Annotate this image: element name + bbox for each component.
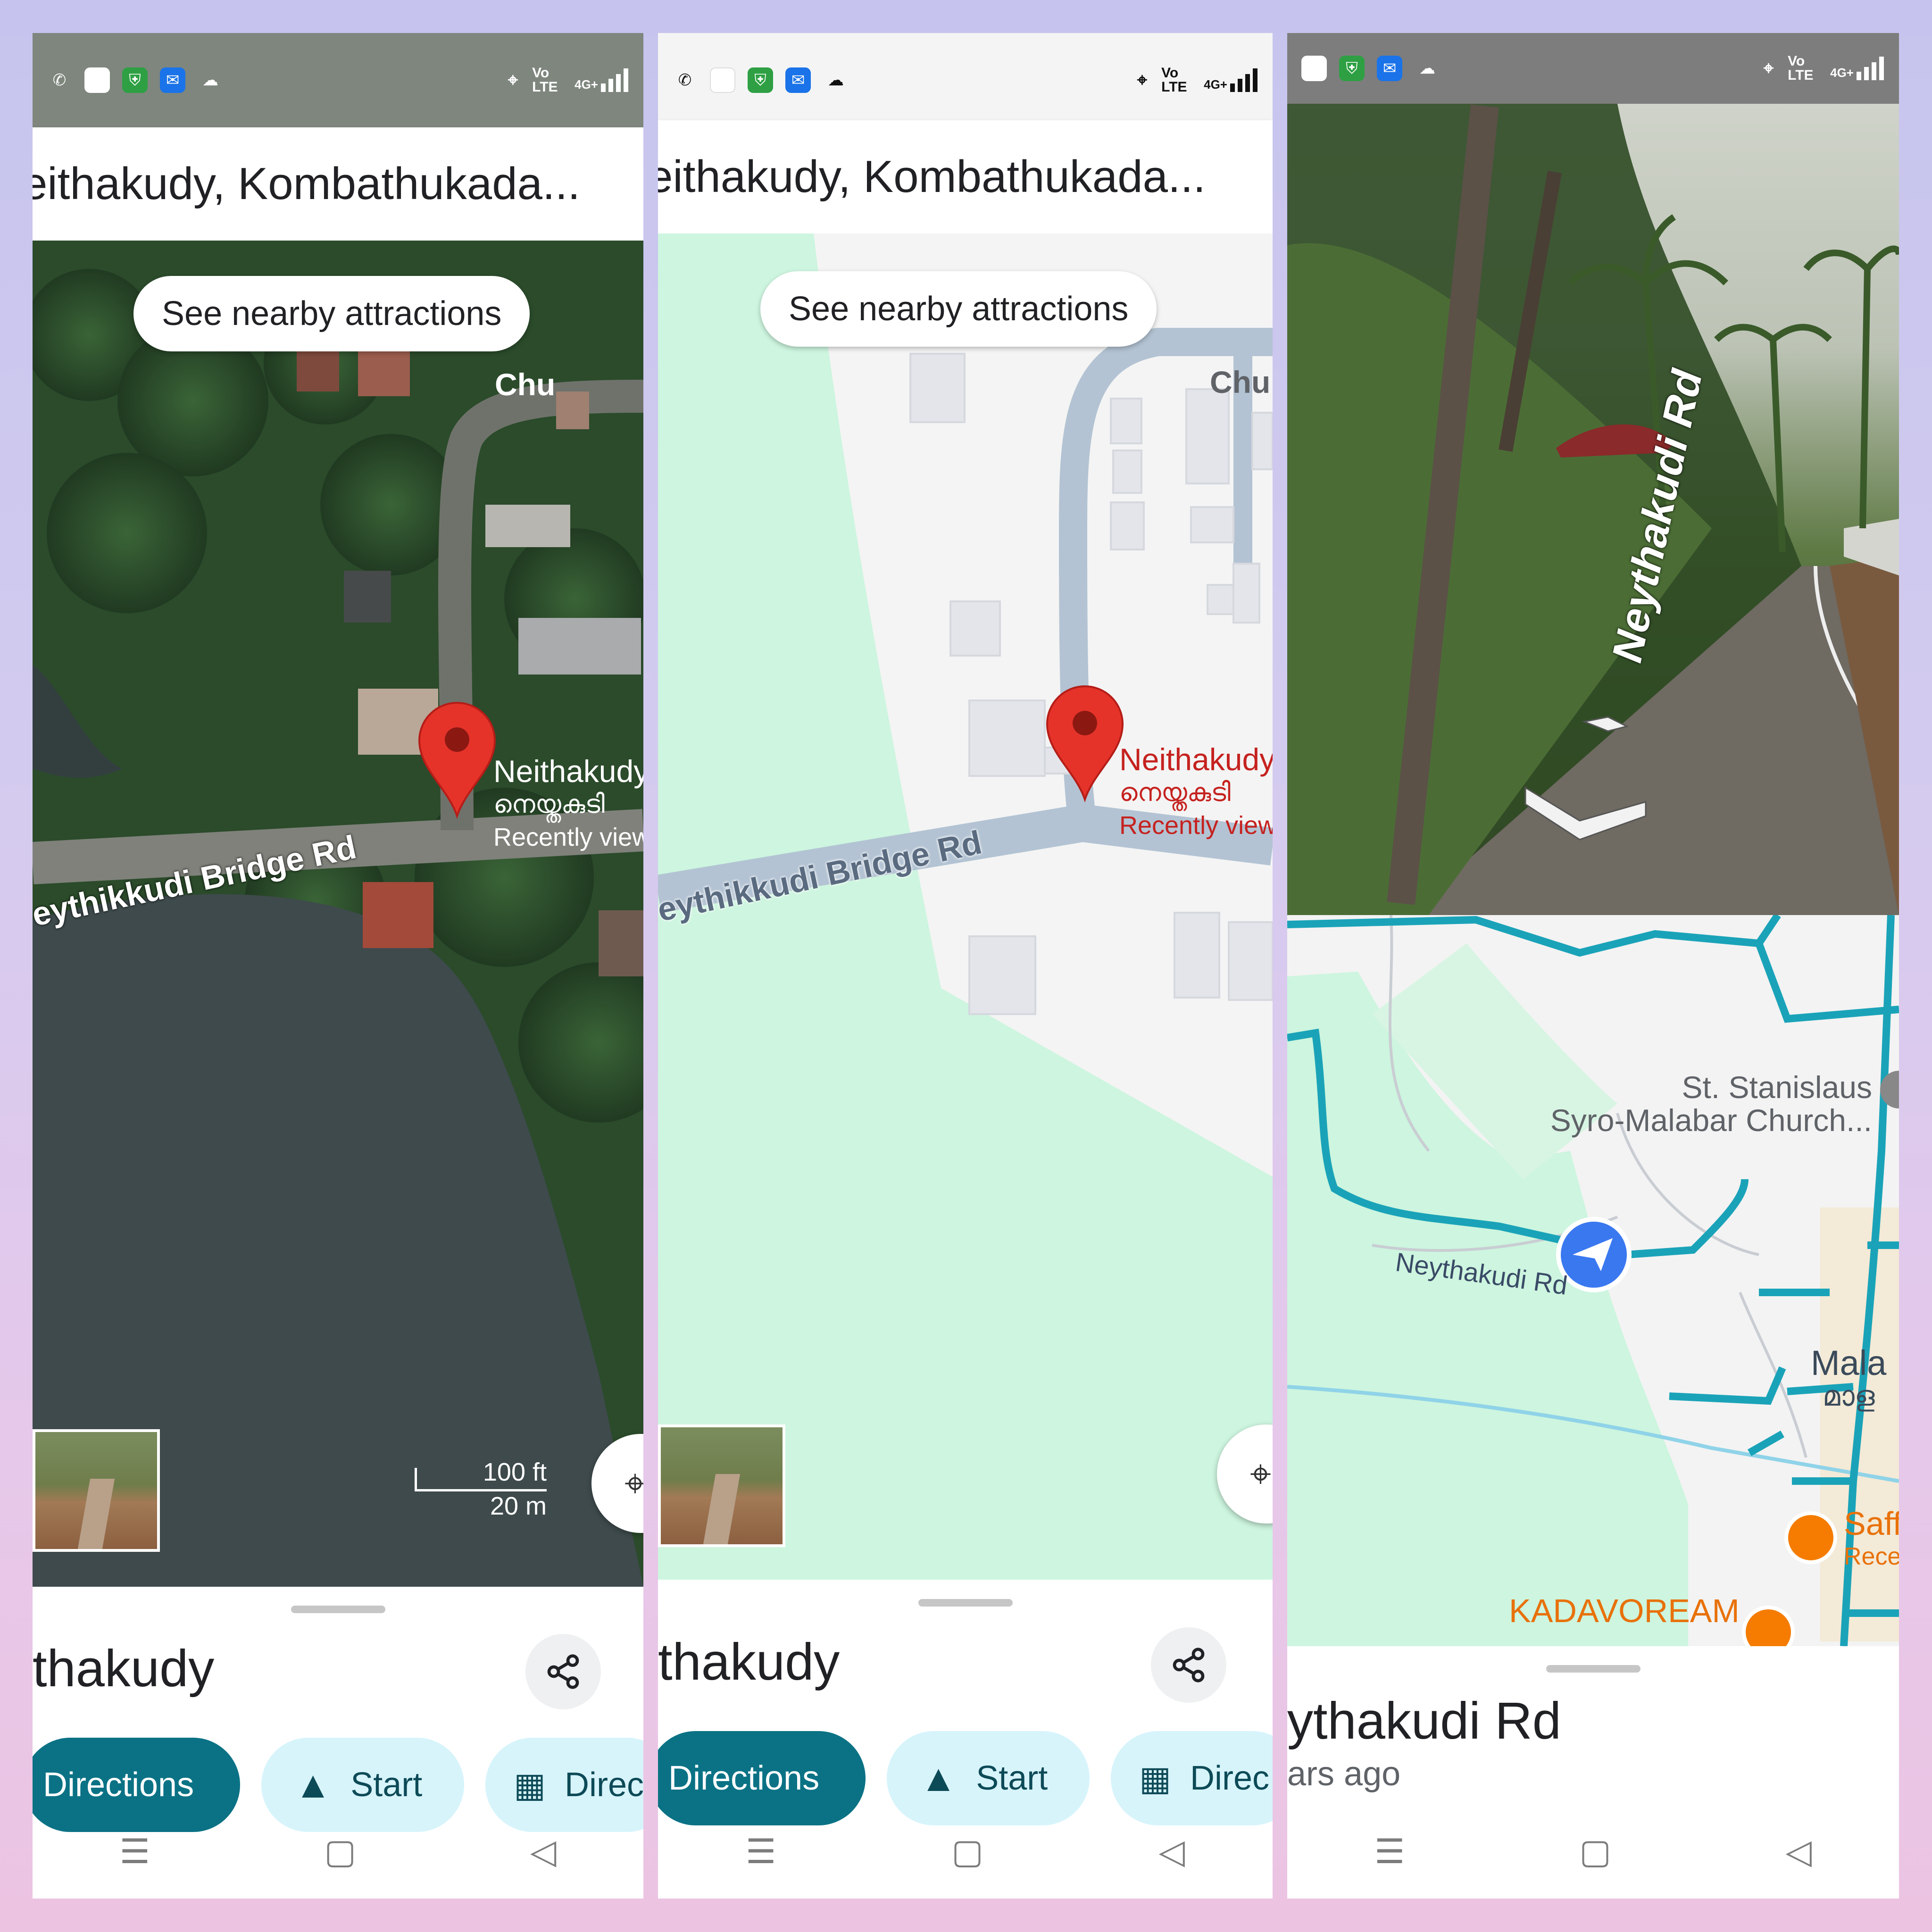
- place-name-ml: നെയ്തകുടി: [1119, 778, 1231, 807]
- bottom-sheet[interactable]: thakudy Directions ▲ Start ▦ Direc ☰ ▢ ◁: [33, 1587, 643, 1899]
- volte-icon: Vo LTE: [1788, 53, 1814, 83]
- restaurant-label-2[interactable]: KADAVOREAM: [1509, 1594, 1740, 1627]
- location-icon: ⌖: [508, 70, 518, 90]
- home-icon[interactable]: ▢: [951, 1832, 983, 1871]
- location-icon: ⌖: [1137, 70, 1148, 90]
- cloud-icon: ☁: [1419, 59, 1435, 77]
- town-name-ml: മാള: [1822, 1380, 1875, 1412]
- bottom-sheet[interactable]: thakudy Directions ▲ Start ▦ Direc ☰ ▢ ◁: [658, 1580, 1273, 1899]
- church-name-line2: Syro-Malabar Church...: [1550, 1103, 1872, 1138]
- signal-icon: 4G+: [1830, 57, 1885, 80]
- place-title: thakudy: [658, 1633, 840, 1691]
- system-nav-bar: ☰ ▢ ◁: [658, 1804, 1273, 1899]
- drag-handle[interactable]: [1546, 1665, 1641, 1673]
- drag-handle[interactable]: [918, 1599, 1013, 1607]
- app-icon: [1301, 56, 1327, 81]
- bottom-sheet[interactable]: ythakudi Rd ars ago ☰ ▢ ◁: [1287, 1646, 1899, 1899]
- nearby-attractions-button[interactable]: See nearby attractions: [133, 276, 530, 351]
- menu-icon[interactable]: ☰: [746, 1832, 776, 1871]
- road-title: ythakudi Rd: [1287, 1692, 1561, 1750]
- home-icon[interactable]: ▢: [324, 1832, 356, 1871]
- cloud-icon: ☁: [202, 71, 218, 89]
- mini-map[interactable]: St. Stanislaus Syro-Malabar Church... Ne…: [1287, 915, 1899, 1646]
- location-icon: ⌖: [1763, 58, 1774, 78]
- home-icon[interactable]: ▢: [1579, 1832, 1611, 1871]
- place-label[interactable]: Neithakudy നെയ്തകുടി Recently view: [1119, 743, 1273, 842]
- drag-handle[interactable]: [291, 1606, 385, 1613]
- cloud-icon: ☁: [828, 71, 844, 89]
- status-bar: ⛨ ✉ ☁ ⌖ Vo LTE 4G+: [1287, 33, 1899, 104]
- shield-icon: ⛨: [122, 67, 148, 93]
- town-label[interactable]: Mala മാള: [1811, 1343, 1887, 1413]
- satellite-map[interactable]: See nearby attractions Chu Neithakudy നെ…: [33, 241, 643, 1587]
- message-icon: ✉: [785, 67, 811, 93]
- recently-viewed: Recently view: [493, 823, 643, 851]
- mini-map-tiles: [1287, 915, 1899, 1646]
- share-button[interactable]: [1151, 1627, 1226, 1703]
- back-icon[interactable]: ◁: [530, 1832, 556, 1871]
- screen-street-view: ⛨ ✉ ☁ ⌖ Vo LTE 4G+ Neythakudi Rd St. Sta…: [1287, 33, 1899, 1899]
- volte-icon: Vo LTE: [1161, 65, 1187, 95]
- share-icon: [1173, 1648, 1205, 1682]
- app-icon: [710, 67, 735, 93]
- search-bar[interactable]: eithakudy, Kombathukada...: [33, 127, 643, 241]
- shield-icon: ⛨: [748, 67, 773, 93]
- street-view-thumbnail[interactable]: [658, 1424, 785, 1547]
- share-icon: [547, 1654, 579, 1689]
- street-scene: [1287, 104, 1899, 915]
- screen-default-map: ✆ ⛨ ✉ ☁ ⌖ Vo LTE 4G+ eithakudy, Kombathu…: [658, 33, 1273, 1899]
- signal-icon: 4G+: [575, 68, 629, 92]
- place-name-ml: നെയ്തകുടി: [493, 790, 605, 818]
- shield-icon: ⛨: [1339, 56, 1365, 81]
- town-name: Mala: [1811, 1343, 1887, 1382]
- navigation-arrow-icon: ▲: [920, 1757, 958, 1799]
- menu-icon[interactable]: ☰: [1374, 1832, 1405, 1871]
- back-icon[interactable]: ◁: [1159, 1832, 1185, 1871]
- crosshair-icon: ⌖: [1250, 1452, 1272, 1495]
- search-bar[interactable]: eithakudy, Kombathukada...: [658, 120, 1273, 233]
- status-bar: ✆ ⛨ ✉ ☁ ⌖ Vo LTE 4G+: [658, 33, 1273, 127]
- place-name: Neithakudy: [1119, 742, 1273, 777]
- place-title: thakudy: [33, 1640, 215, 1698]
- navigation-arrow-icon: ▲: [294, 1764, 332, 1806]
- default-map[interactable]: See nearby attractions Chu Neithakudy നെ…: [658, 233, 1273, 1580]
- church-name-line1: St. Stanislaus: [1682, 1070, 1872, 1105]
- system-nav-bar: ☰ ▢ ◁: [33, 1804, 643, 1899]
- app-icon: [84, 67, 110, 93]
- screen-satellite: ✆ ⛨ ✉ ☁ ⌖ Vo LTE 4G+ eithakudy, Kombathu…: [33, 33, 643, 1899]
- whatsapp-icon: ✆: [52, 71, 67, 89]
- imagery-date: ars ago: [1287, 1755, 1401, 1793]
- recently-viewed: Recently view: [1119, 811, 1273, 840]
- poi-label-chu: Chu: [495, 367, 556, 402]
- store-icon: ▦: [514, 1766, 546, 1804]
- whatsapp-icon: ✆: [678, 71, 692, 89]
- church-label[interactable]: St. Stanislaus Syro-Malabar Church...: [1532, 1071, 1872, 1137]
- volte-icon: Vo LTE: [532, 65, 558, 95]
- menu-icon[interactable]: ☰: [120, 1832, 150, 1871]
- store-icon: ▦: [1139, 1760, 1172, 1798]
- restaurant-label-1[interactable]: Saff Rece: [1844, 1507, 1899, 1573]
- status-bar: ✆ ⛨ ✉ ☁ ⌖ Vo LTE 4G+: [33, 33, 643, 127]
- street-view-thumbnail[interactable]: [33, 1429, 160, 1552]
- back-icon[interactable]: ◁: [1786, 1832, 1812, 1871]
- poi-label-chu: Chu: [1210, 365, 1271, 400]
- message-icon: ✉: [1377, 56, 1402, 81]
- system-nav-bar: ☰ ▢ ◁: [1287, 1804, 1899, 1899]
- crosshair-icon: ⌖: [625, 1462, 643, 1504]
- search-text[interactable]: eithakudy, Kombathukada...: [658, 151, 1206, 203]
- share-button[interactable]: [525, 1634, 601, 1709]
- search-text[interactable]: eithakudy, Kombathukada...: [33, 158, 580, 210]
- place-name: Neithakudy: [493, 754, 643, 789]
- signal-icon: 4G+: [1204, 68, 1258, 92]
- street-view-panorama[interactable]: Neythakudi Rd: [1287, 104, 1899, 915]
- nearby-attractions-button[interactable]: See nearby attractions: [760, 271, 1157, 347]
- place-label[interactable]: Neithakudy നെയ്തകുടി Recently view: [493, 755, 643, 854]
- message-icon: ✉: [160, 67, 185, 93]
- map-scale: 100 ft 20 m: [415, 1457, 547, 1521]
